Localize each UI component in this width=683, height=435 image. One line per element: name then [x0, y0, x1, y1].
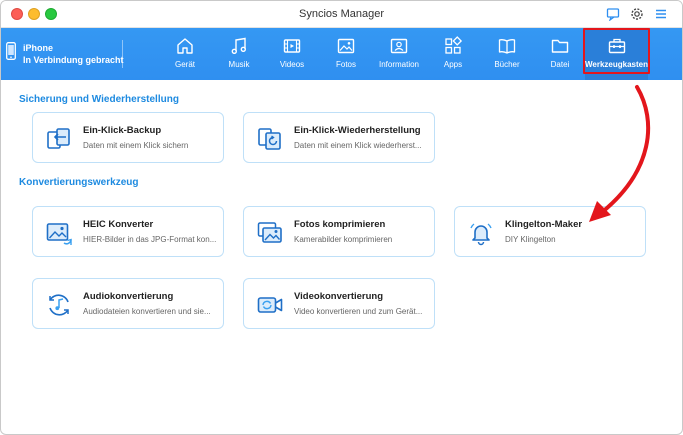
- card-title: Ein-Klick-Backup: [83, 125, 162, 136]
- card-one-click-restore[interactable]: Ein-Klick-Wiederherstellung Daten mit ei…: [243, 112, 435, 163]
- title-bar: Syncios Manager: [1, 1, 682, 28]
- gear-icon[interactable]: [630, 7, 644, 21]
- video-convert-icon: [257, 297, 283, 313]
- nav-label: Gerät: [174, 60, 195, 69]
- contact-card-icon: [390, 38, 408, 54]
- card-compress-photos[interactable]: Fotos komprimieren Kamerabilder komprimi…: [243, 206, 435, 257]
- apps-icon: [445, 36, 463, 54]
- card-description: Daten mit einem Klick wiederherst...: [294, 141, 422, 150]
- nav-item-buecher[interactable]: Bücher: [479, 28, 535, 80]
- nav-item-datei[interactable]: Datei: [532, 28, 588, 80]
- card-audio-conversion[interactable]: Audiokonvertierung Audiodateien konverti…: [32, 278, 224, 329]
- film-icon: [283, 39, 301, 53]
- card-description: Daten mit einem Klick sichern: [83, 141, 189, 150]
- card-description: Kamerabilder komprimieren: [294, 235, 393, 244]
- nav-item-musik[interactable]: Musik: [211, 28, 267, 80]
- card-title: Ein-Klick-Wiederherstellung: [294, 125, 421, 136]
- card-description: Video konvertieren und zum Gerät...: [294, 307, 423, 316]
- nav-label: Musik: [228, 60, 250, 69]
- card-description: Audiodateien konvertieren und sie...: [83, 307, 211, 316]
- section-title-convert: Konvertierungswerkzeug: [19, 177, 139, 188]
- nav-item-geraet[interactable]: Gerät: [157, 28, 213, 80]
- nav-label: Bücher: [494, 60, 520, 69]
- active-tab-highlight: [583, 28, 650, 74]
- card-description: DIY Klingelton: [505, 235, 556, 244]
- compress-photos-icon: [257, 222, 282, 243]
- device-status: In Verbindung gebracht: [23, 55, 124, 65]
- nav-item-apps[interactable]: Apps: [425, 28, 481, 80]
- device-name: iPhone: [23, 43, 54, 53]
- heic-convert-icon: [46, 223, 72, 245]
- audio-convert-icon: [49, 294, 69, 316]
- nav-label: Videos: [279, 60, 305, 69]
- image-icon: [337, 38, 355, 54]
- card-title: Videokonvertierung: [294, 291, 384, 302]
- device-info[interactable]: iPhone In Verbindung gebracht: [1, 28, 124, 80]
- card-title: HEIC Konverter: [83, 219, 154, 230]
- phone-icon: [6, 42, 16, 60]
- music-icon: [231, 37, 247, 55]
- menu-icon[interactable]: [654, 7, 668, 21]
- nav-label: Apps: [443, 60, 463, 69]
- backup-icon: [47, 128, 70, 149]
- nav-item-information[interactable]: Information: [371, 28, 427, 80]
- nav-label: Fotos: [335, 60, 356, 69]
- card-ringtone-maker[interactable]: Klingelton-Maker DIY Klingelton: [454, 206, 646, 257]
- nav-label: Information: [378, 60, 420, 69]
- main-navigation: iPhone In Verbindung gebracht Gerät Musi…: [1, 28, 682, 80]
- restore-icon: [258, 128, 281, 150]
- feedback-icon[interactable]: [606, 7, 620, 21]
- bell-icon: [470, 223, 492, 246]
- card-title: Fotos komprimieren: [294, 219, 386, 230]
- folder-icon: [551, 39, 569, 53]
- card-title: Audiokonvertierung: [83, 291, 174, 302]
- section-title-backup: Sicherung und Wiederherstellung: [19, 94, 179, 105]
- nav-label: Datei: [550, 60, 570, 69]
- nav-item-fotos[interactable]: Fotos: [318, 28, 374, 80]
- card-title: Klingelton-Maker: [505, 219, 583, 230]
- card-heic-converter[interactable]: HEIC Konverter HIER-Bilder in das JPG-Fo…: [32, 206, 224, 257]
- home-icon: [177, 38, 193, 54]
- card-description: HIER-Bilder in das JPG-Format kon...: [83, 235, 217, 244]
- device-divider: [122, 40, 123, 68]
- window-title: Syncios Manager: [299, 8, 384, 20]
- titlebar-actions: [606, 7, 668, 21]
- book-icon: [498, 39, 516, 54]
- app-window: Syncios Manager iPhone In Verbindung geb…: [0, 0, 683, 435]
- nav-item-videos[interactable]: Videos: [264, 28, 320, 80]
- card-video-conversion[interactable]: Videokonvertierung Video konvertieren un…: [243, 278, 435, 329]
- card-one-click-backup[interactable]: Ein-Klick-Backup Daten mit einem Klick s…: [32, 112, 224, 163]
